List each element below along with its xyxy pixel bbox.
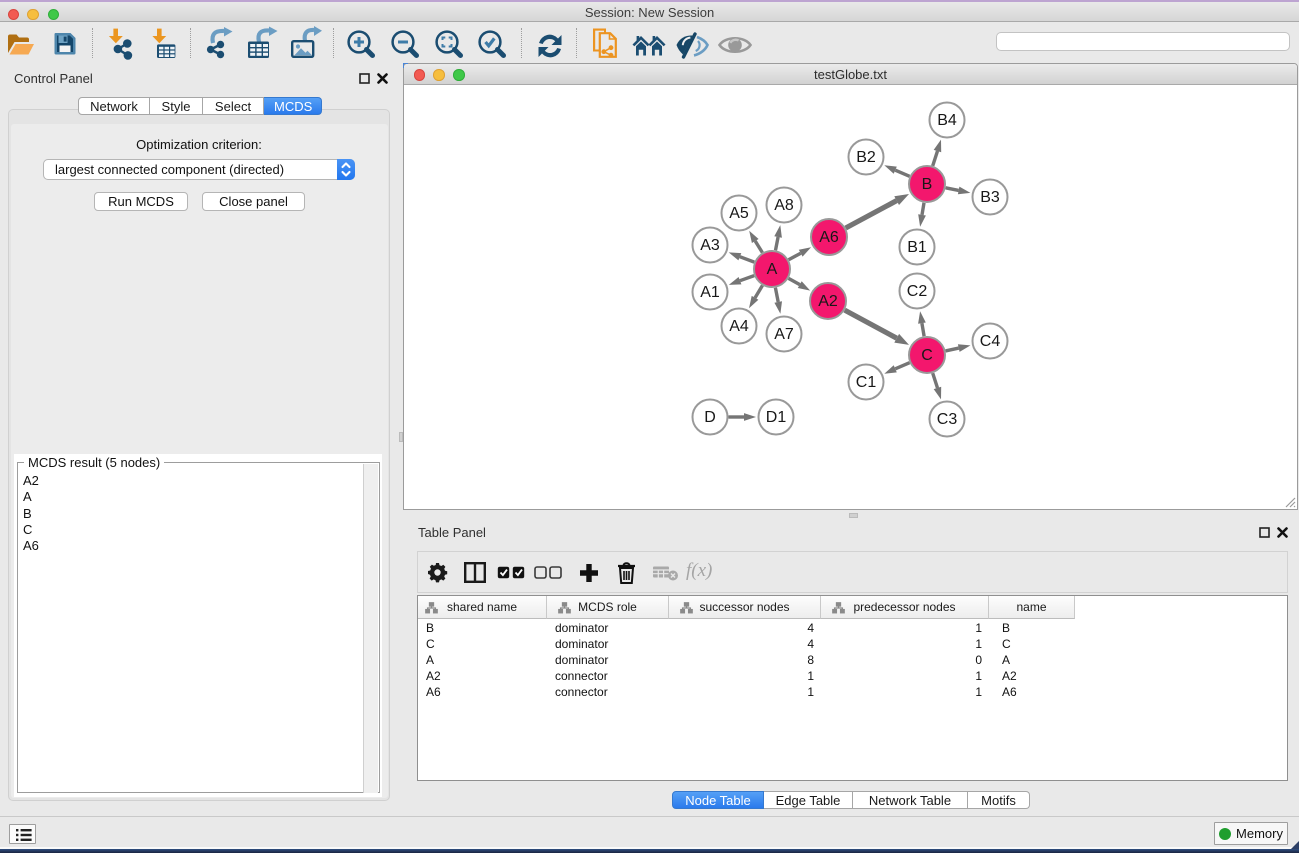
svg-text:A5: A5 bbox=[729, 205, 749, 222]
svg-text:A4: A4 bbox=[729, 318, 749, 335]
svg-text:B4: B4 bbox=[937, 112, 957, 129]
svg-text:A8: A8 bbox=[774, 197, 794, 214]
svg-text:C2: C2 bbox=[907, 283, 928, 300]
svg-text:C: C bbox=[921, 347, 933, 364]
svg-text:A: A bbox=[767, 261, 778, 278]
svg-text:A7: A7 bbox=[774, 326, 794, 343]
svg-text:A1: A1 bbox=[700, 284, 720, 301]
svg-text:A6: A6 bbox=[819, 229, 839, 246]
svg-text:A2: A2 bbox=[818, 293, 838, 310]
svg-text:B: B bbox=[922, 176, 933, 193]
svg-text:B3: B3 bbox=[980, 189, 1000, 206]
svg-text:C1: C1 bbox=[856, 374, 877, 391]
svg-text:A3: A3 bbox=[700, 237, 720, 254]
svg-text:B1: B1 bbox=[907, 239, 927, 256]
svg-text:D: D bbox=[704, 409, 716, 426]
svg-text:B2: B2 bbox=[856, 149, 876, 166]
svg-text:C4: C4 bbox=[980, 333, 1001, 350]
svg-text:C3: C3 bbox=[937, 411, 958, 428]
svg-text:D1: D1 bbox=[766, 409, 787, 426]
